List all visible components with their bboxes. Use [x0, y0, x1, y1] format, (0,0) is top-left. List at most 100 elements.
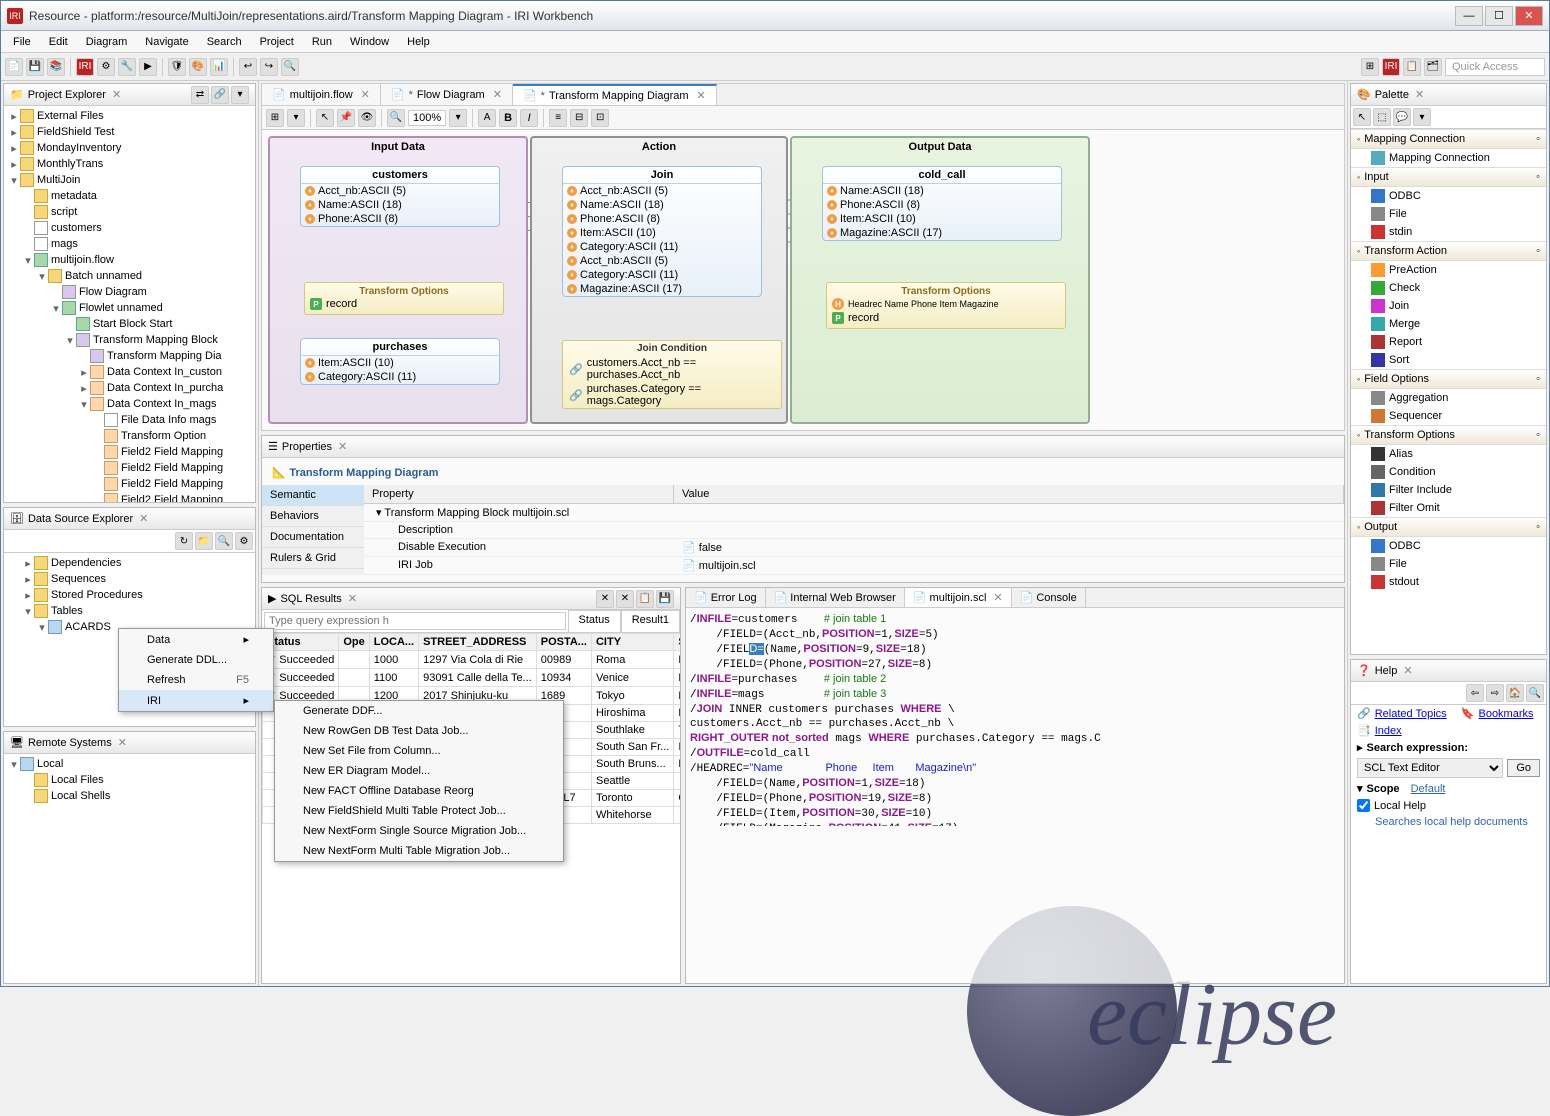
menu-search[interactable]: Search — [199, 34, 250, 50]
forward-button[interactable]: ⇨ — [1486, 684, 1504, 702]
palette-item[interactable]: Mapping Connection — [1351, 149, 1546, 167]
col-header[interactable]: POSTA... — [536, 634, 591, 651]
field-row[interactable]: ♦Item:ASCII (10) — [563, 226, 761, 240]
expand-icon[interactable]: ▾ — [8, 758, 20, 771]
tree-item[interactable]: Start Block Start — [6, 316, 253, 332]
field-row[interactable]: ♦Name:ASCII (18) — [823, 184, 1061, 198]
tree-item[interactable]: ▸Sequences — [6, 571, 253, 587]
tree-item[interactable]: ▸MondayInventory — [6, 140, 253, 156]
help-link[interactable]: Related Topics — [1375, 708, 1447, 720]
tree-item[interactable]: ▸Dependencies — [6, 555, 253, 571]
close-icon[interactable]: ✕ — [697, 89, 706, 102]
expand-icon[interactable]: ▾ — [64, 334, 76, 347]
palette-section[interactable]: ◦Mapping Connection◦ — [1351, 129, 1546, 149]
sql-filter-input[interactable] — [264, 612, 566, 630]
col-header[interactable]: CITY — [591, 634, 673, 651]
coldcall-node[interactable]: cold_call ♦Name:ASCII (18)♦Phone:ASCII (… — [822, 166, 1062, 241]
tool-button[interactable]: 🔍 — [215, 532, 233, 550]
context-menu-item[interactable]: Generate DDF... — [275, 701, 563, 721]
align-button[interactable]: ⊡ — [591, 109, 609, 127]
perspective-button[interactable]: ⊞ — [1361, 58, 1379, 76]
tool-button[interactable]: ✕ — [596, 590, 614, 608]
expand-icon[interactable]: ▸ — [8, 158, 20, 171]
menu-file[interactable]: File — [5, 34, 39, 50]
field-row[interactable]: ♦Magazine:ASCII (17) — [563, 282, 761, 296]
field-row[interactable]: ♦Phone:ASCII (8) — [563, 212, 761, 226]
expand-icon[interactable]: ▸ — [22, 589, 34, 602]
palette-item[interactable]: stdout — [1351, 573, 1546, 591]
context-menu-item[interactable]: New RowGen DB Test Data Job... — [275, 721, 563, 741]
context-menu-item[interactable]: New Set File from Column... — [275, 741, 563, 761]
tree-item[interactable]: mags — [6, 236, 253, 252]
tree-item[interactable]: metadata — [6, 188, 253, 204]
palette-item[interactable]: PreAction — [1351, 261, 1546, 279]
context-menu-item[interactable]: New FieldShield Multi Table Protect Job.… — [275, 801, 563, 821]
help-link[interactable]: Index — [1375, 725, 1402, 737]
palette-item[interactable]: Merge — [1351, 315, 1546, 333]
tree-item[interactable]: Field2 Field Mapping — [6, 444, 253, 460]
transform-options[interactable]: Transform Options HHeadrec Name Phone It… — [826, 282, 1066, 329]
close-icon[interactable]: ✕ — [112, 88, 121, 101]
tree-item[interactable]: Transform Mapping Dia — [6, 348, 253, 364]
palette-item[interactable]: stdin — [1351, 223, 1546, 241]
close-icon[interactable]: ✕ — [361, 88, 370, 101]
expand-icon[interactable]: ▾ — [36, 621, 48, 634]
pin-button[interactable]: 📌 — [337, 109, 355, 127]
code-editor[interactable]: /INFILE=customers # join table 1 /FIELD=… — [686, 608, 1344, 826]
tree-item[interactable]: Field2 Field Mapping — [6, 476, 253, 492]
help-link[interactable]: Bookmarks — [1478, 708, 1533, 720]
editor-tab[interactable]: 📄*Transform Mapping Diagram✕ — [513, 84, 717, 105]
tree-item[interactable]: ▾multijoin.flow — [6, 252, 253, 268]
menu-button[interactable]: ▾ — [231, 86, 249, 104]
palette-item[interactable]: ODBC — [1351, 537, 1546, 555]
marquee-button[interactable]: ⬚ — [1373, 108, 1391, 126]
tree-item[interactable]: ▾Batch unnamed — [6, 268, 253, 284]
tool-button[interactable]: 🔍 — [1526, 684, 1544, 702]
collapse-icon[interactable]: ◦ — [1536, 133, 1540, 145]
collapse-icon[interactable]: ◦ — [1536, 373, 1540, 385]
expand-icon[interactable]: ▾ — [8, 174, 20, 187]
palette-item[interactable]: Aggregation — [1351, 389, 1546, 407]
font-button[interactable]: A — [478, 109, 496, 127]
expand-icon[interactable]: ▸ — [78, 382, 90, 395]
props-category[interactable]: Behaviors — [262, 506, 364, 527]
bold-button[interactable]: B — [499, 109, 517, 127]
close-icon[interactable]: ✕ — [139, 512, 148, 525]
expand-icon[interactable]: ▾ — [50, 302, 62, 315]
tree-item[interactable]: Field2 Field Mapping — [6, 492, 253, 502]
expand-icon[interactable]: ▾ — [78, 398, 90, 411]
tree-item[interactable]: ▾Local — [6, 756, 253, 772]
tree-item[interactable]: ▾Data Context In_mags — [6, 396, 253, 412]
note-button[interactable]: 💬 — [1393, 108, 1411, 126]
bottom-tab[interactable]: 📄multijoin.scl✕ — [905, 588, 1012, 607]
props-category[interactable]: Rulers & Grid — [262, 548, 364, 569]
purchases-node[interactable]: purchases ♦Item:ASCII (10)♦Category:ASCI… — [300, 338, 500, 385]
close-button[interactable]: ✕ — [1515, 6, 1543, 26]
palette-item[interactable]: Filter Omit — [1351, 499, 1546, 517]
tree-item[interactable]: ▾Flowlet unnamed — [6, 300, 253, 316]
expand-icon[interactable]: ▾ — [22, 605, 34, 618]
input-panel[interactable]: Input Data customers ♦Acct_nb:ASCII (5)♦… — [268, 136, 528, 424]
pointer-button[interactable]: ↖ — [1353, 108, 1371, 126]
palette-item[interactable]: Report — [1351, 333, 1546, 351]
menu-project[interactable]: Project — [252, 34, 302, 50]
tool-button[interactable]: 📋 — [636, 590, 654, 608]
props-row[interactable]: Disable Execution📄 false — [364, 539, 1344, 557]
tool-button[interactable]: ▶ — [139, 58, 157, 76]
context-menu-item[interactable]: New NextForm Multi Table Migration Job..… — [275, 841, 563, 861]
link-button[interactable]: 🔗 — [211, 86, 229, 104]
sql-tab[interactable]: Result1 — [621, 610, 680, 632]
menu-run[interactable]: Run — [304, 34, 340, 50]
tree-item[interactable]: ▸FieldShield Test — [6, 124, 253, 140]
menu-edit[interactable]: Edit — [41, 34, 76, 50]
tree-item[interactable]: ▾Transform Mapping Block — [6, 332, 253, 348]
tool-button[interactable]: 🏠 — [1506, 684, 1524, 702]
close-icon[interactable]: ✕ — [338, 440, 347, 453]
tool-button[interactable]: ⚙ — [235, 532, 253, 550]
palette-section[interactable]: ◦Output◦ — [1351, 517, 1546, 537]
layout-button[interactable]: ⊞ — [266, 109, 284, 127]
quick-access-input[interactable]: Quick Access — [1445, 58, 1545, 76]
collapse-icon[interactable]: ◦ — [1536, 521, 1540, 533]
palette-item[interactable]: Sort — [1351, 351, 1546, 369]
palette-item[interactable]: Join — [1351, 297, 1546, 315]
